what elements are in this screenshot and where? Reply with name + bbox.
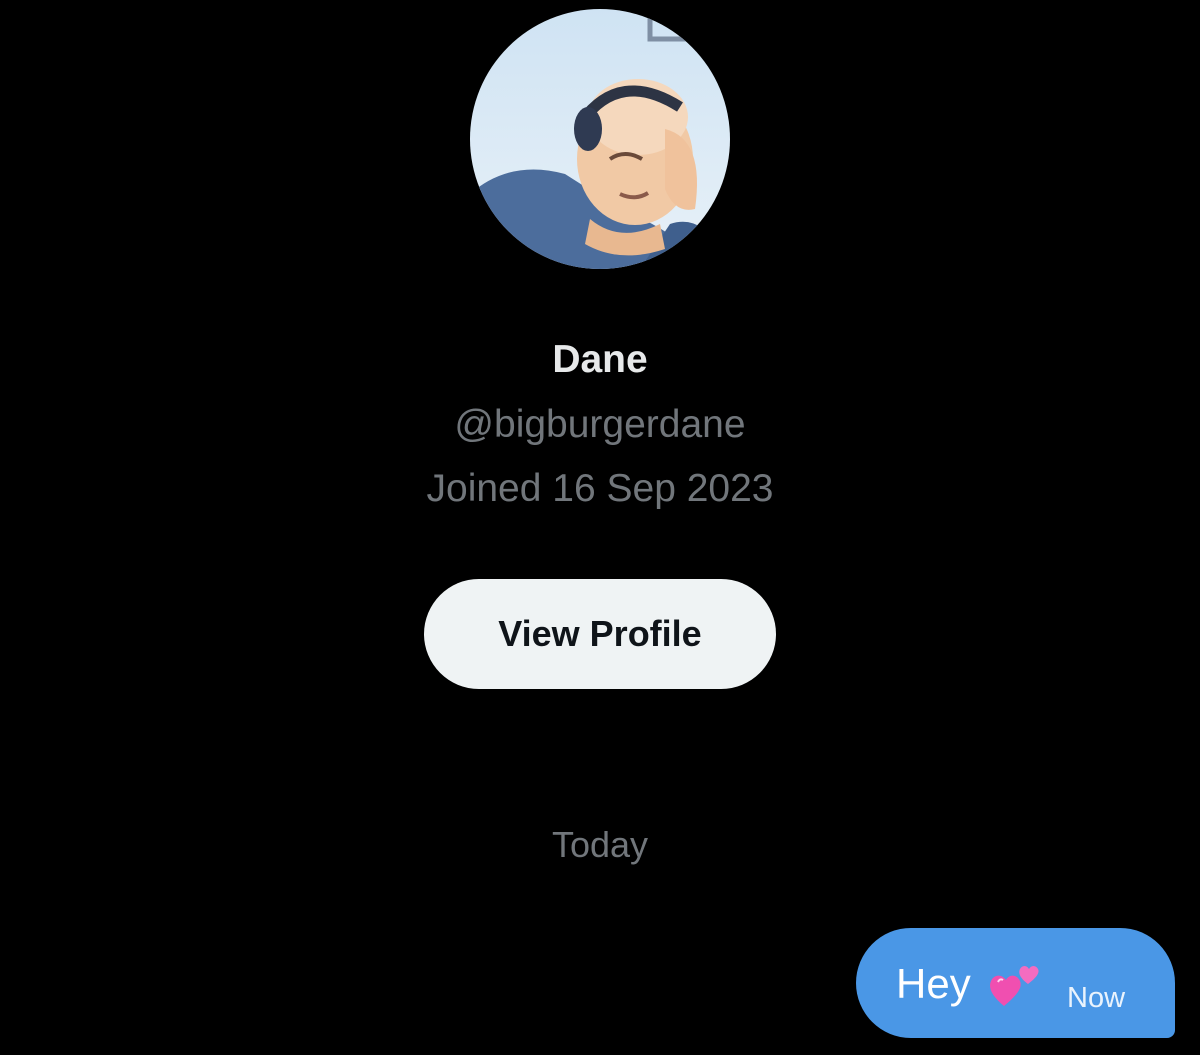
user-handle: @bigburgerdane [454, 403, 746, 446]
date-separator: Today [551, 824, 649, 865]
joined-date: Joined 16 Sep 2023 [426, 467, 774, 510]
avatar-image [470, 9, 730, 269]
display-name: Dane [552, 338, 648, 381]
view-profile-button[interactable]: View Profile [424, 579, 776, 689]
two-hearts-icon [988, 958, 1042, 1010]
avatar[interactable] [470, 9, 730, 269]
message-text: Hey [896, 960, 971, 1007]
message-bubble[interactable]: Hey Now [856, 928, 1175, 1038]
message-time: Now [1067, 982, 1126, 1014]
